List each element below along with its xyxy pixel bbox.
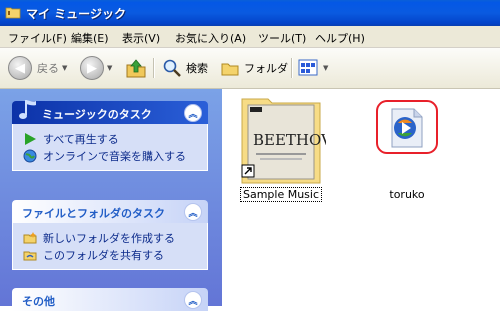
folders-label: フォルダ xyxy=(244,62,288,75)
task-pane: ミュージックのタスク ︽ すべて再生する オンラインで音楽を購入する ファイルと… xyxy=(0,89,222,311)
title-bar[interactable]: マイ ミュージック xyxy=(0,0,500,26)
media-file-icon xyxy=(376,100,438,154)
menu-favorites[interactable]: お気に入り(A) xyxy=(175,30,246,46)
folder-sample-music[interactable]: BEETHOVEN Sample Music xyxy=(236,93,356,202)
menu-tools[interactable]: ツール(T) xyxy=(258,30,306,46)
menu-edit[interactable]: 編集(E) xyxy=(71,30,109,46)
chevron-down-icon: ▼ xyxy=(107,64,113,72)
views-grid-icon xyxy=(298,59,318,76)
file-folder-tasks-panel: ファイルとフォルダのタスク ︽ 新しいフォルダを作成する このフォルダを共有する xyxy=(12,200,208,270)
forward-arrow-icon: ▶ xyxy=(80,56,104,80)
task-share-folder-label: このフォルダを共有する xyxy=(43,248,164,262)
up-button[interactable] xyxy=(125,56,147,80)
music-tasks-panel: ミュージックのタスク ︽ すべて再生する オンラインで音楽を購入する xyxy=(12,100,208,171)
back-arrow-icon: ◀ xyxy=(8,56,32,80)
toolbar-separator xyxy=(291,58,293,78)
music-note-icon xyxy=(19,100,36,119)
back-label: 戻る xyxy=(37,62,59,75)
search-icon xyxy=(163,59,181,77)
music-tasks-title: ミュージックのタスク xyxy=(42,108,152,121)
other-places-panel: その他 ︽ xyxy=(12,288,208,311)
toolbar-separator xyxy=(153,58,155,78)
share-folder-icon xyxy=(23,251,37,260)
folders-icon xyxy=(221,63,239,76)
collapse-chevron-icon[interactable]: ︽ xyxy=(184,104,202,122)
task-new-folder-label: 新しいフォルダを作成する xyxy=(43,231,175,245)
music-tasks-header[interactable]: ミュージックのタスク ︽ xyxy=(12,100,208,124)
file-folder-tasks-title: ファイルとフォルダのタスク xyxy=(22,207,165,220)
forward-button[interactable]: ▶ ▼ xyxy=(80,56,112,80)
sample-music-folder-icon: BEETHOVEN xyxy=(241,98,356,184)
collapse-chevron-icon[interactable]: ︽ xyxy=(184,291,202,309)
sample-music-label: Sample Music xyxy=(239,187,323,202)
file-folder-tasks-body: 新しいフォルダを作成する このフォルダを共有する xyxy=(12,223,208,270)
new-folder-icon xyxy=(23,231,37,243)
toruko-label: toruko xyxy=(389,188,425,201)
folder-up-icon xyxy=(126,59,146,78)
task-play-all-label: すべて再生する xyxy=(43,132,119,146)
back-button[interactable]: ◀ 戻る ▼ xyxy=(8,56,67,80)
task-new-folder[interactable]: 新しいフォルダを作成する xyxy=(23,229,197,246)
other-places-title: その他 xyxy=(22,295,55,308)
album-art-text: BEETHOVEN xyxy=(253,131,326,149)
chevron-down-icon: ▼ xyxy=(62,64,68,72)
task-play-all[interactable]: すべて再生する xyxy=(23,130,197,147)
other-places-header[interactable]: その他 ︽ xyxy=(12,288,208,311)
folders-button[interactable]: フォルダ xyxy=(220,56,288,80)
collapse-chevron-icon[interactable]: ︽ xyxy=(184,203,202,221)
task-share-folder[interactable]: このフォルダを共有する xyxy=(23,246,197,263)
menu-help[interactable]: ヘルプ(H) xyxy=(315,30,365,46)
search-label: 検索 xyxy=(186,62,208,75)
menu-view[interactable]: 表示(V) xyxy=(122,30,160,46)
music-folder-icon xyxy=(5,7,21,19)
file-view: BEETHOVEN Sample Music toruko xyxy=(222,89,500,306)
menu-bar: ファイル(F) 編集(E) 表示(V) お気に入り(A) ツール(T) ヘルプ(… xyxy=(0,26,500,48)
window-title: マイ ミュージック xyxy=(26,7,126,21)
file-toruko[interactable]: toruko xyxy=(362,93,452,201)
music-tasks-body: すべて再生する オンラインで音楽を購入する xyxy=(12,124,208,171)
search-button[interactable]: 検索 xyxy=(162,56,208,80)
chevron-down-icon: ▼ xyxy=(323,64,329,72)
task-buy-music-online-label: オンラインで音楽を購入する xyxy=(43,149,186,163)
task-buy-music-online[interactable]: オンラインで音楽を購入する xyxy=(23,147,197,164)
file-folder-tasks-header[interactable]: ファイルとフォルダのタスク ︽ xyxy=(12,200,208,223)
toolbar: ◀ 戻る ▼ ▶ ▼ 検索 フォルダ ▼ xyxy=(0,48,500,89)
views-button[interactable]: ▼ xyxy=(298,56,328,80)
menu-file[interactable]: ファイル(F) xyxy=(8,30,67,46)
play-icon xyxy=(25,132,36,145)
globe-icon xyxy=(23,149,37,162)
